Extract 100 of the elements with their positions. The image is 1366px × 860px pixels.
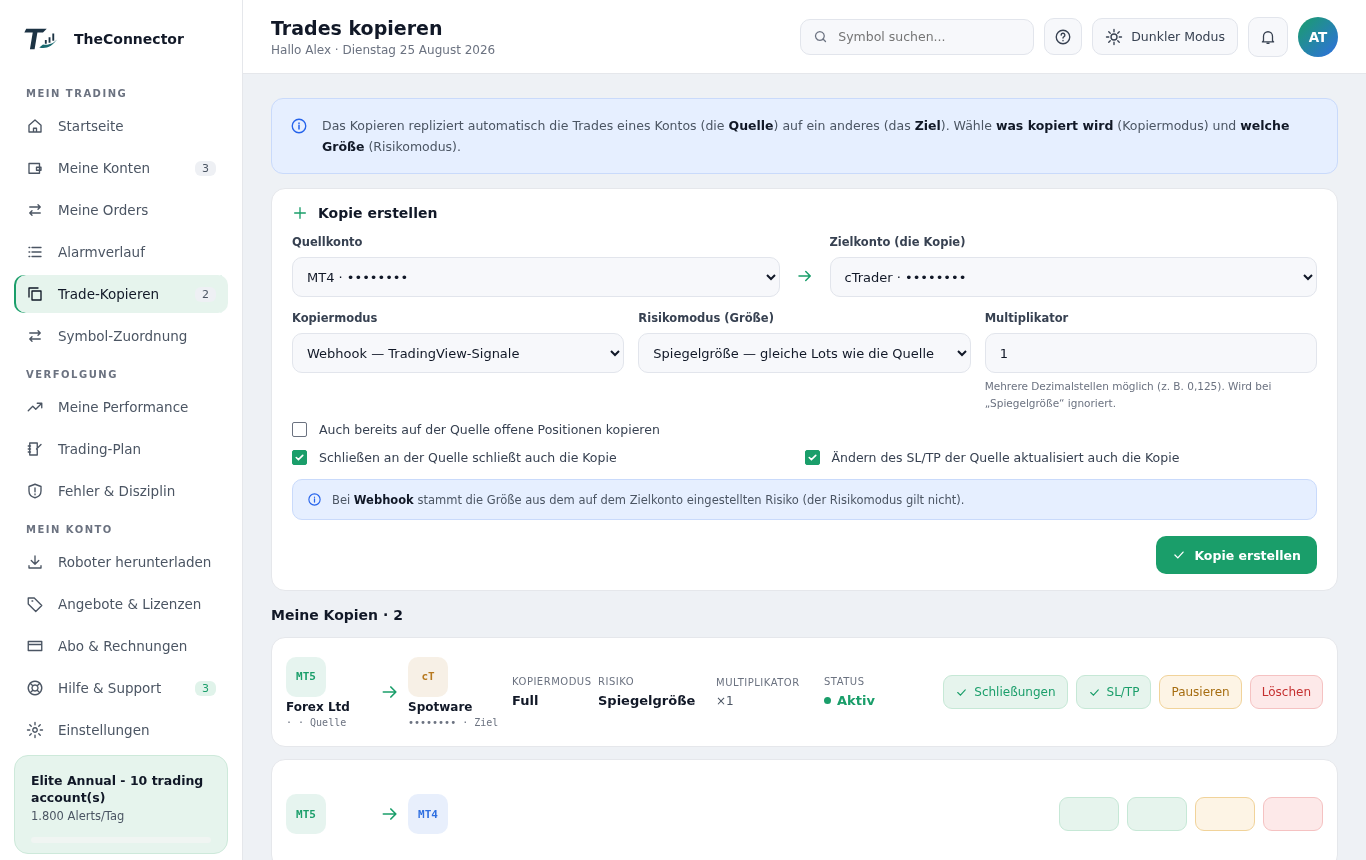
sun-icon — [1105, 27, 1124, 46]
info-text: Das Kopieren repliziert automatisch die Trades eines Kontos (die Quelle) auf ein anderes (das Ziel). Wähle was kopiert wird (Kopiermodus) und welche Größe (Risikomodus). — [322, 117, 1291, 156]
account-role: •••••••• · Ziel — [408, 716, 500, 728]
toggle-button[interactable] — [1127, 797, 1187, 831]
field-label: Quellkonto — [292, 235, 364, 249]
info-icon — [290, 117, 308, 135]
form-title: Kopie erstellen — [318, 205, 438, 221]
sidebar-item[interactable]: Meine Konten 3 — [14, 149, 228, 187]
count-badge: 2 — [195, 286, 216, 302]
multiplier-input[interactable]: 1 — [984, 333, 1317, 373]
plan-subtitle: 1.800 Alerts/Tag — [31, 809, 126, 823]
sidebar-section-title: MEIN KONTO — [25, 523, 114, 537]
column-label: KOPIERMODUS — [512, 676, 590, 687]
download-icon — [26, 553, 44, 571]
field-hint: Mehrere Dezimalstellen möglich (z. B. 0,125). Wird bei „Spiegelgröße“ ignoriert. — [984, 379, 1273, 411]
copy-mode-select[interactable]: Webhook — TradingView-Signale — [292, 333, 625, 373]
notifications-button[interactable] — [1248, 16, 1288, 57]
field-label: Kopiermodus — [292, 311, 379, 325]
sidebar-item[interactable]: Einstellungen — [14, 711, 228, 749]
source-account-select[interactable]: MT4 · •••••••• — [292, 257, 780, 297]
status-dot — [824, 697, 831, 704]
copies-title: Meine Kopien · 2 — [271, 607, 404, 623]
sidebar-item[interactable]: Angebote & Lizenzen — [14, 585, 228, 623]
platform-badge: MT4 — [408, 794, 448, 834]
notebook-icon — [26, 440, 44, 458]
checkbox-label: Auch bereits auf der Quelle offene Positionen kopieren — [319, 422, 660, 437]
sidebar-item-label: Symbol-Zuordnung — [58, 328, 189, 344]
sidebar-item-label: Startseite — [58, 118, 125, 134]
sidebar-item[interactable]: Trade-Kopieren 2 — [14, 275, 228, 313]
sidebar-item-label: Meine Konten — [58, 160, 151, 176]
platform-badge: MT5 — [286, 794, 326, 834]
multiplier-value: ×1 — [716, 693, 735, 708]
arrows-icon — [26, 201, 44, 219]
info-icon — [307, 492, 322, 507]
page-title: Trades kopieren — [271, 16, 444, 39]
dark-mode-button[interactable]: Dunkler Modus — [1092, 18, 1238, 55]
checkbox-label: Schließen an der Quelle schließt auch die Kopie — [319, 450, 617, 465]
tag-icon — [26, 595, 44, 613]
copy-mode-value: Full — [512, 693, 540, 708]
shield-icon — [26, 482, 44, 500]
checkbox[interactable] — [292, 450, 307, 465]
sidebar-item[interactable]: Symbol-Zuordnung — [14, 317, 228, 355]
page-subtitle: Hallo Alex · Dienstag 25 August 2026 — [271, 42, 497, 57]
note-text: Bei Webhook stammt die Größe aus dem auf dem Zielkonto eingestellten Risiko (der Risikomodus gilt nicht). — [332, 492, 965, 507]
field-label: Risikomodus (Größe) — [638, 311, 775, 325]
sidebar-item[interactable]: Roboter herunterladen — [14, 543, 228, 581]
brand-name: TheConnector — [74, 31, 184, 47]
account-name: Spotware — [408, 699, 474, 714]
risk-mode-select[interactable]: Spiegelgröße — gleiche Lots wie die Quelle — [638, 333, 971, 373]
column-label: STATUS — [824, 676, 866, 687]
search-input[interactable]: Symbol suchen... — [836, 28, 1021, 45]
sidebar-item-label: Hilfe & Support — [58, 680, 163, 696]
sidebar-item-label: Meine Orders — [58, 202, 150, 218]
target-account-select[interactable]: cTrader · •••••••• — [829, 257, 1317, 297]
sidebar-item-label: Meine Performance — [58, 399, 190, 415]
column-label: RISIKO — [598, 676, 636, 687]
sidebar-item-label: Einstellungen — [58, 722, 151, 738]
toggle-button[interactable] — [1059, 797, 1119, 831]
gear-icon — [26, 721, 44, 739]
sidebar-item-label: Alarmverlauf — [58, 244, 147, 260]
sidebar-item-label: Angebote & Lizenzen — [58, 596, 203, 612]
sidebar-item[interactable]: Meine Orders — [14, 191, 228, 229]
checkbox-label: Ändern des SL/TP der Quelle aktualisiert auch die Kopie — [831, 450, 1180, 465]
sidebar-section-title: MEIN TRADING — [25, 87, 129, 101]
account-name: Forex Ltd — [286, 699, 351, 714]
arrows-icon — [26, 327, 44, 345]
pause-button[interactable]: Pausieren — [1159, 675, 1242, 709]
lifebuoy-icon — [26, 679, 44, 697]
checkbox[interactable] — [804, 450, 820, 465]
count-badge: 3 — [195, 160, 216, 176]
sidebar-item[interactable]: Alarmverlauf — [14, 233, 228, 271]
plus-icon — [292, 205, 308, 221]
checkbox[interactable] — [292, 422, 307, 437]
field-label: Zielkonto (die Kopie) — [829, 235, 967, 249]
sidebar-item[interactable]: Meine Performance — [14, 388, 228, 426]
sidebar-item-label: Roboter herunterladen — [58, 554, 213, 570]
platform-badge: cT — [408, 656, 448, 697]
sidebar-item[interactable]: Hilfe & Support 3 — [14, 669, 228, 707]
sidebar-item[interactable]: Trading-Plan — [14, 430, 228, 468]
search-field[interactable]: Symbol suchen... — [800, 18, 1035, 55]
copy-icon — [26, 285, 44, 303]
platform-badge: MT5 — [286, 656, 326, 697]
field-label: Multiplikator — [984, 311, 1070, 325]
avatar[interactable]: AT — [1298, 16, 1338, 57]
home-icon — [26, 117, 44, 135]
search-icon — [813, 29, 829, 44]
sidebar-item-label: Trading-Plan — [58, 441, 143, 457]
sidebar-item-label: Fehler & Disziplin — [58, 483, 177, 499]
sidebar-section-title: VERFOLGUNG — [25, 368, 119, 382]
column-label: MULTIPLIKATOR — [716, 676, 801, 688]
sidebar-item[interactable]: Abo & Rechnungen — [14, 627, 228, 665]
help-button[interactable] — [1044, 18, 1083, 55]
risk-value: Spiegelgröße — [598, 693, 697, 708]
help-icon — [1054, 27, 1073, 46]
count-badge: 3 — [195, 680, 216, 696]
sidebar-item[interactable]: Fehler & Disziplin — [14, 472, 228, 510]
status-value: Aktiv — [824, 693, 890, 708]
sidebar-item[interactable]: Startseite — [14, 107, 228, 145]
delete-button[interactable]: Löschen — [1249, 675, 1323, 709]
sidebar-item-label: Abo & Rechnungen — [58, 638, 189, 654]
